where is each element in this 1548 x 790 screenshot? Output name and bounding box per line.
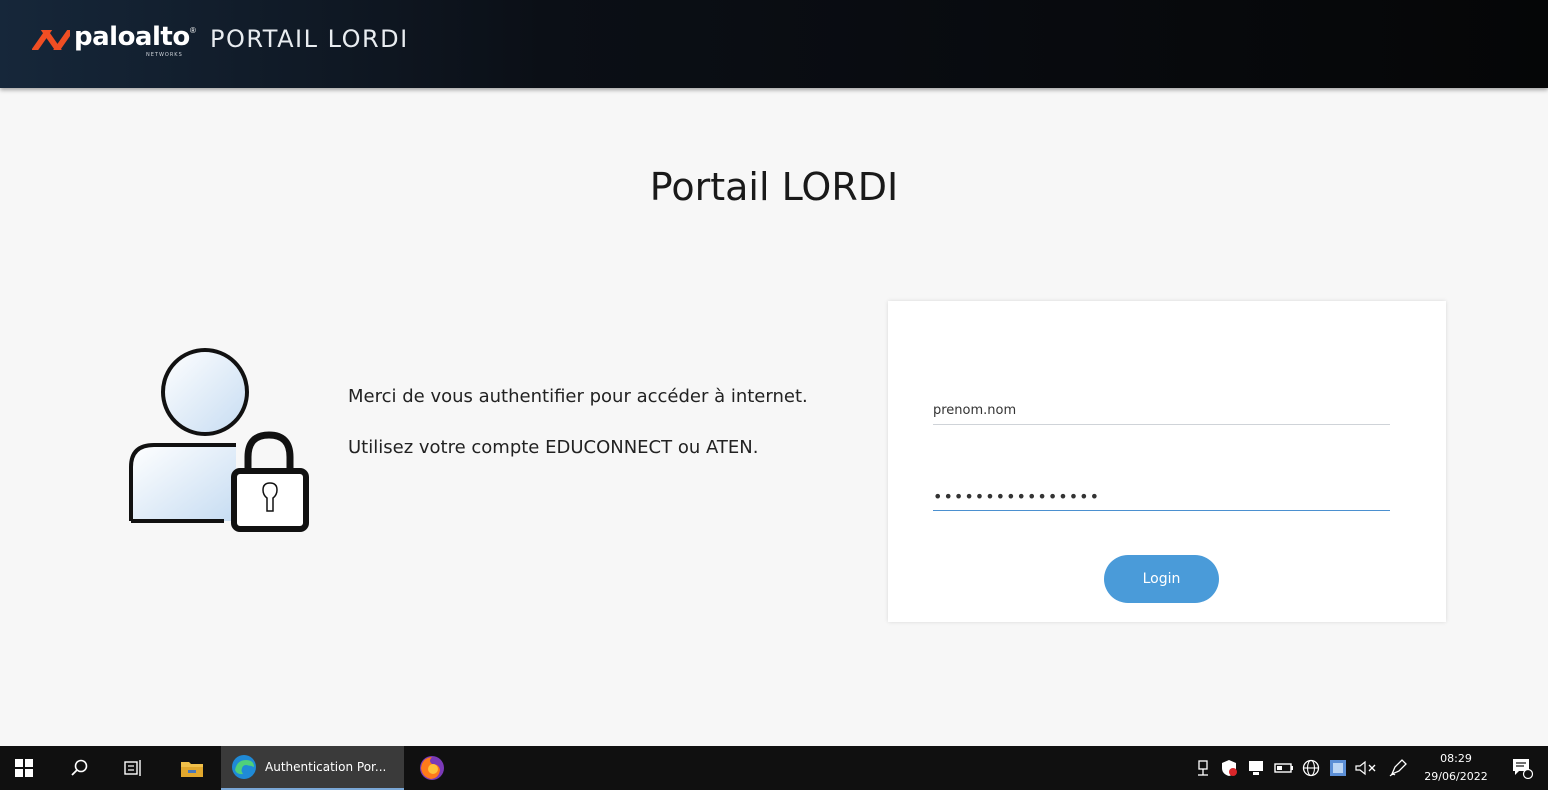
notification-center-button[interactable] <box>1508 746 1536 790</box>
taskbar: Authentication Por... 08:29 29/06/2022 <box>0 746 1548 790</box>
app-grid-icon <box>1330 760 1346 776</box>
taskbar-item-label: Authentication Por... <box>265 760 387 774</box>
auth-message-line1: Merci de vous authentifier pour accéder … <box>348 386 808 407</box>
paloalto-logo-icon <box>32 30 70 50</box>
monitor-icon <box>1249 761 1263 775</box>
password-input[interactable] <box>933 483 1390 511</box>
task-view-button[interactable] <box>120 746 148 790</box>
tray-network-icon[interactable] <box>1299 746 1323 790</box>
user-lock-icon <box>129 348 309 532</box>
volume-muted-icon <box>1355 760 1376 776</box>
shield-alert-icon <box>1222 760 1237 776</box>
header-title: PORTAIL LORDI <box>210 25 409 53</box>
search-icon <box>71 759 88 776</box>
logo-registered-mark: ® <box>190 26 196 35</box>
logo-subtext: NETWORKS <box>146 52 183 58</box>
globe-icon <box>1302 759 1320 777</box>
top-header: paloalto ® NETWORKS PORTAIL LORDI <box>0 0 1548 88</box>
battery-icon <box>1274 763 1293 773</box>
tray-volume-icon[interactable] <box>1352 746 1380 790</box>
usb-icon <box>1198 760 1208 776</box>
login-button[interactable]: Login <box>1104 555 1219 603</box>
clock-time: 08:29 <box>1440 752 1472 765</box>
tray-battery-icon[interactable] <box>1272 746 1296 790</box>
clock-date: 29/06/2022 <box>1424 770 1488 783</box>
system-clock[interactable]: 08:29 29/06/2022 <box>1414 750 1498 786</box>
login-card: Login <box>888 301 1446 622</box>
pen-icon <box>1389 759 1407 777</box>
task-view-icon <box>124 760 141 776</box>
taskbar-item-firefox[interactable] <box>416 746 448 790</box>
tray-usb-icon[interactable] <box>1192 746 1214 790</box>
notification-icon <box>1513 759 1533 779</box>
tray-display-icon[interactable] <box>1244 746 1268 790</box>
taskbar-item-edge[interactable]: Authentication Por... <box>221 746 404 790</box>
tray-security-icon[interactable] <box>1218 746 1240 790</box>
file-explorer-button[interactable] <box>176 746 208 790</box>
start-button[interactable] <box>8 746 40 790</box>
firefox-icon <box>420 756 444 780</box>
windows-icon <box>15 759 33 777</box>
auth-message-line2: Utilisez votre compte EDUCONNECT ou ATEN… <box>348 437 759 458</box>
logo-text: paloalto <box>74 22 190 52</box>
search-button[interactable] <box>66 746 94 790</box>
tray-app-icon[interactable] <box>1326 746 1350 790</box>
edge-icon <box>232 755 256 779</box>
page-title: Portail LORDI <box>649 165 899 209</box>
username-input[interactable] <box>933 397 1390 425</box>
folder-icon <box>181 762 203 777</box>
tray-pen-icon[interactable] <box>1386 746 1410 790</box>
